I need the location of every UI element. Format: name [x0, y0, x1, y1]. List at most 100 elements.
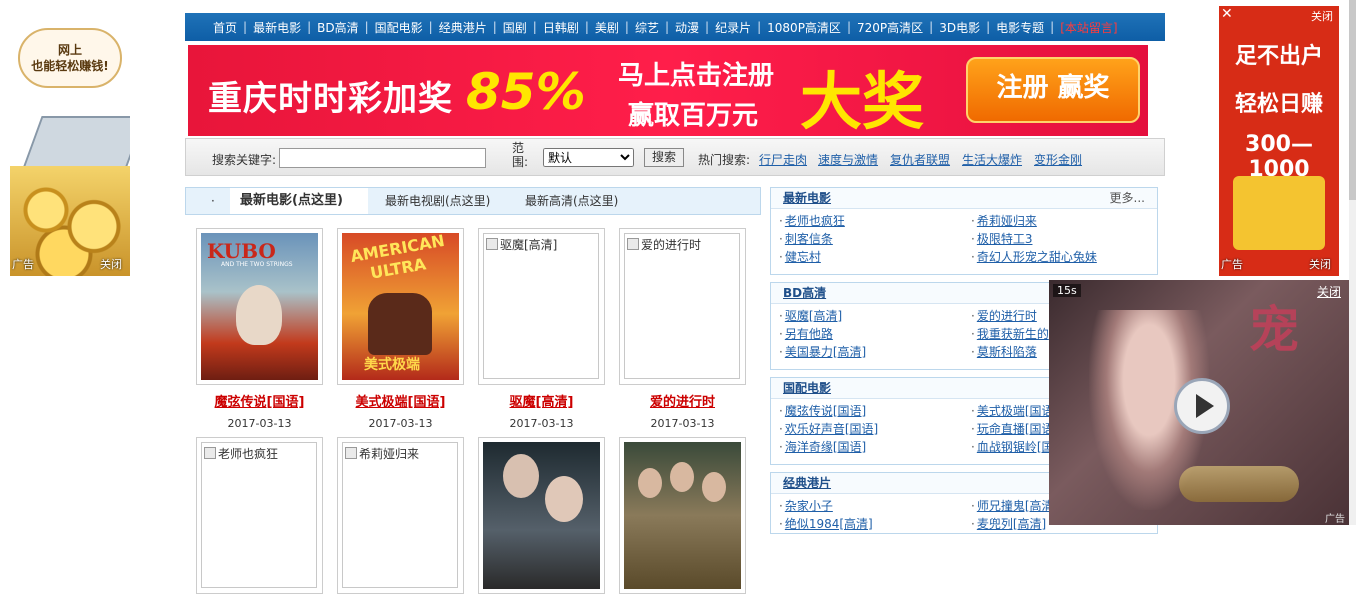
- list-item-link[interactable]: 刺客信条: [785, 232, 833, 246]
- broken-image-placeholder[interactable]: 驱魔[高清]: [483, 233, 599, 379]
- left-ad-close-button[interactable]: 关闭: [100, 256, 122, 272]
- list-item[interactable]: · 驱魔[高清]: [779, 308, 971, 325]
- list-item[interactable]: · 奇幻人形宠之甜心兔妹: [971, 249, 1151, 266]
- play-icon[interactable]: [1174, 378, 1230, 434]
- list-item-link[interactable]: 驱魔[高清]: [785, 309, 842, 323]
- hot-search-link[interactable]: 复仇者联盟: [890, 151, 950, 168]
- nav-item[interactable]: 国剧: [503, 19, 527, 36]
- left-side-ad[interactable]: 网上 也能轻松赚钱! 广告 关闭: [10, 6, 130, 276]
- nav-item[interactable]: 电影专题: [996, 19, 1044, 36]
- list-item-link[interactable]: 老师也疯狂: [785, 214, 845, 228]
- list-item[interactable]: · 希莉娅归来: [971, 213, 1151, 230]
- list-item-link[interactable]: 极限特工3: [977, 232, 1033, 246]
- list-item-link[interactable]: 魔弦传说[国语]: [785, 404, 866, 418]
- video-close-button[interactable]: 关闭: [1317, 283, 1341, 300]
- movie-card[interactable]: [478, 437, 605, 594]
- movie-card[interactable]: 老师也疯狂: [196, 437, 323, 594]
- list-item[interactable]: · 杂家小子: [779, 498, 971, 515]
- movie-card[interactable]: AMERICAN ULTRA 美式极端 美式极端[国语] 2017-03-13: [337, 228, 464, 430]
- movie-poster-image[interactable]: AMERICAN ULTRA 美式极端: [342, 233, 459, 380]
- list-item-link[interactable]: 欢乐好声音[国语]: [785, 422, 878, 436]
- movie-poster-image[interactable]: [624, 442, 741, 589]
- list-item-link[interactable]: 海洋奇缘[国语]: [785, 440, 866, 454]
- scrollbar-thumb[interactable]: [1349, 0, 1356, 200]
- right-ad-close-icon[interactable]: ✕: [1221, 6, 1233, 22]
- list-item[interactable]: · 海洋奇缘[国语]: [779, 439, 971, 456]
- list-item[interactable]: · 健忘村: [779, 249, 971, 266]
- list-item-link[interactable]: 另有他路: [785, 327, 833, 341]
- nav-item[interactable]: BD高清: [317, 19, 358, 36]
- list-item-link[interactable]: 莫斯科陷落: [977, 345, 1037, 359]
- list-item-link[interactable]: 麦兜列[高清]: [977, 517, 1046, 531]
- movie-poster-frame[interactable]: 老师也疯狂: [196, 437, 323, 594]
- tab-latest-tv[interactable]: 最新电视剧(点这里): [385, 188, 505, 214]
- list-box-header[interactable]: 最新电影 更多...: [771, 188, 1157, 209]
- list-item-link[interactable]: 杂家小子: [785, 499, 833, 513]
- list-item-link[interactable]: 希莉娅归来: [977, 214, 1037, 228]
- movie-title-link[interactable]: 驱魔[高清]: [478, 391, 605, 410]
- movie-poster-image[interactable]: [483, 442, 600, 589]
- movie-poster-frame[interactable]: KUBO AND THE TWO STRINGS: [196, 228, 323, 385]
- nav-item[interactable]: 动漫: [675, 19, 699, 36]
- list-box-title[interactable]: 经典港片: [783, 476, 831, 490]
- nav-item[interactable]: 经典港片: [439, 19, 487, 36]
- movie-card[interactable]: 驱魔[高清] 驱魔[高清] 2017-03-13: [478, 228, 605, 430]
- nav-item[interactable]: 首页: [213, 19, 237, 36]
- search-button[interactable]: 搜索: [644, 148, 684, 167]
- movie-poster-frame[interactable]: AMERICAN ULTRA 美式极端: [337, 228, 464, 385]
- hot-search-link[interactable]: 行尸走肉: [759, 151, 807, 168]
- list-box-title[interactable]: BD高清: [783, 286, 826, 300]
- movie-card[interactable]: 爱的进行时 爱的进行时 2017-03-13: [619, 228, 746, 430]
- hot-search-link[interactable]: 生活大爆炸: [962, 151, 1022, 168]
- broken-image-placeholder[interactable]: 希莉娅归来: [342, 442, 458, 588]
- list-item[interactable]: · 另有他路: [779, 326, 971, 343]
- list-item-link[interactable]: 我重获新生的: [977, 327, 1049, 341]
- movie-poster-image[interactable]: KUBO AND THE TWO STRINGS: [201, 233, 318, 380]
- tab-latest-hd[interactable]: 最新高清(点这里): [525, 188, 635, 214]
- movie-title-link[interactable]: 魔弦传说[国语]: [196, 391, 323, 410]
- tab-latest-movies[interactable]: 最新电影(点这里): [230, 188, 368, 214]
- right-side-ad[interactable]: ✕ 关闭 足不出户 轻松日赚 300—1000 广告 关闭: [1219, 6, 1339, 276]
- nav-item[interactable]: 综艺: [635, 19, 659, 36]
- movie-poster-frame[interactable]: 希莉娅归来: [337, 437, 464, 594]
- list-item-link[interactable]: 美国暴力[高清]: [785, 345, 866, 359]
- movie-poster-frame[interactable]: 驱魔[高清]: [478, 228, 605, 385]
- movie-card[interactable]: 希莉娅归来: [337, 437, 464, 594]
- movie-card[interactable]: [619, 437, 746, 594]
- broken-image-placeholder[interactable]: 老师也疯狂: [201, 442, 317, 588]
- floating-video-ad[interactable]: 宠 15s 关闭 广告: [1049, 280, 1349, 525]
- movie-poster-frame[interactable]: 爱的进行时: [619, 228, 746, 385]
- video-cta-button[interactable]: [1179, 466, 1299, 502]
- list-item[interactable]: · 极限特工3: [971, 231, 1151, 248]
- more-link[interactable]: 更多...: [1110, 188, 1145, 208]
- list-item[interactable]: · 刺客信条: [779, 231, 971, 248]
- top-banner-ad[interactable]: 重庆时时彩加奖 85% 马上点击注册 赢取百万元 大奖 注册 赢奖: [188, 45, 1148, 136]
- hot-search-link[interactable]: 速度与激情: [818, 151, 878, 168]
- list-item[interactable]: · 老师也疯狂: [779, 213, 971, 230]
- movie-poster-frame[interactable]: [619, 437, 746, 594]
- nav-item[interactable]: 3D电影: [939, 19, 980, 36]
- list-item[interactable]: · 美国暴力[高清]: [779, 344, 971, 361]
- list-item-link[interactable]: 师兄撞鬼[高清]: [977, 499, 1058, 513]
- list-item[interactable]: · 魔弦传说[国语]: [779, 403, 971, 420]
- nav-item[interactable]: 1080P高清区: [767, 19, 841, 36]
- search-scope-select[interactable]: 默认: [543, 148, 634, 167]
- movie-title-link[interactable]: 美式极端[国语]: [337, 391, 464, 410]
- movie-title-link[interactable]: 爱的进行时: [619, 391, 746, 410]
- broken-image-placeholder[interactable]: 爱的进行时: [624, 233, 740, 379]
- nav-item[interactable]: 最新电影: [253, 19, 301, 36]
- nav-item[interactable]: [本站留言]: [1060, 19, 1117, 36]
- page-scrollbar[interactable]: [1349, 0, 1356, 525]
- hot-search-link[interactable]: 变形金刚: [1034, 151, 1082, 168]
- right-ad-close-bottom[interactable]: 关闭: [1309, 256, 1331, 272]
- list-item-link[interactable]: 玩命直播[国语]: [977, 422, 1058, 436]
- nav-item[interactable]: 美剧: [595, 19, 619, 36]
- nav-item[interactable]: 纪录片: [715, 19, 751, 36]
- nav-item[interactable]: 720P高清区: [857, 19, 923, 36]
- nav-item[interactable]: 日韩剧: [543, 19, 579, 36]
- list-box-title[interactable]: 最新电影: [783, 191, 831, 205]
- list-box-title[interactable]: 国配电影: [783, 381, 831, 395]
- right-ad-close-button[interactable]: 关闭: [1311, 8, 1333, 24]
- movie-poster-frame[interactable]: [478, 437, 605, 594]
- list-item-link[interactable]: 美式极端[国语]: [977, 404, 1058, 418]
